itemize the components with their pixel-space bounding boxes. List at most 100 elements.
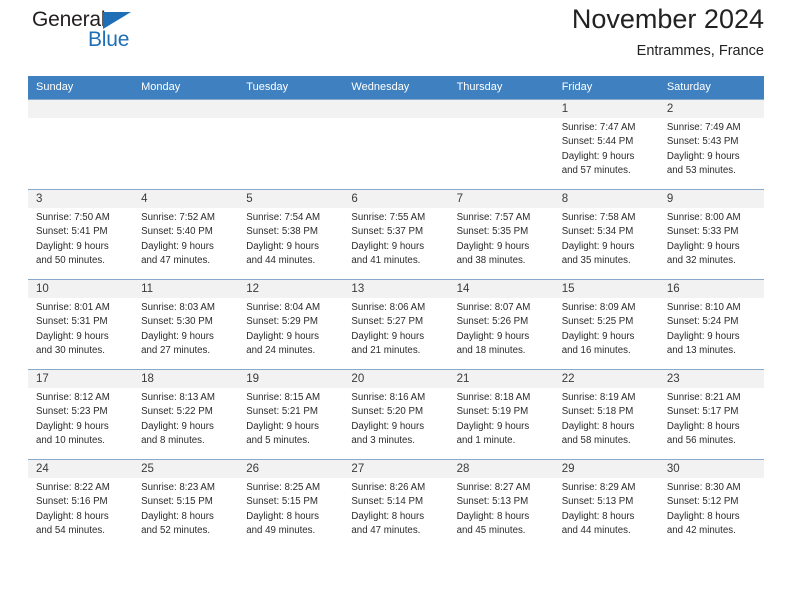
day-sunset-text: Sunset: 5:13 PM: [561, 496, 634, 508]
day-daylight2-text: and 52 minutes.: [141, 524, 211, 536]
day-sunrise-text: Sunrise: 7:49 AM: [666, 122, 741, 133]
day-details: Sunrise: 8:04 AM Sunset: 5:29 PM Daylight:…: [238, 298, 343, 358]
day-daylight2-text: and 27 minutes.: [141, 344, 211, 356]
calendar-day-cell[interactable]: 3 Sunrise: 7:50 AM Sunset: 5:41 PM Daylight…: [28, 189, 134, 280]
day-daylight2-text: and 53 minutes.: [666, 164, 736, 176]
calendar-cell-empty: [133, 99, 239, 190]
calendar-day-cell[interactable]: 5 Sunrise: 7:54 AM Sunset: 5:38 PM Daylight…: [238, 189, 344, 280]
day-details: Sunrise: 7:58 AM Sunset: 5:34 PM Daylight:…: [554, 208, 659, 268]
weekday-header-monday: Monday: [133, 76, 239, 100]
day-daylight2-text: and 18 minutes.: [456, 344, 526, 356]
day-number: 13: [343, 280, 449, 298]
calendar-day-cell[interactable]: 23 Sunrise: 8:21 AM Sunset: 5:17 PM Dayligh…: [658, 369, 764, 460]
day-sunrise-text: Sunrise: 8:12 AM: [36, 392, 110, 403]
day-daylight1-text: Daylight: 9 hours: [246, 330, 319, 342]
calendar-day-cell[interactable]: 19 Sunrise: 8:15 AM Sunset: 5:21 PM Dayligh…: [238, 369, 344, 460]
day-daylight2-text: and 13 minutes.: [666, 344, 736, 356]
day-sunset-text: Sunset: 5:27 PM: [351, 316, 424, 328]
calendar-day-cell[interactable]: 10 Sunrise: 8:01 AM Sunset: 5:31 PM Dayligh…: [28, 279, 134, 370]
logo-text-blue: Blue: [88, 28, 130, 51]
day-sunrise-text: Sunrise: 7:50 AM: [36, 212, 110, 223]
calendar-day-cell[interactable]: 20 Sunrise: 8:16 AM Sunset: 5:20 PM Dayligh…: [343, 369, 449, 460]
day-sunset-text: Sunset: 5:29 PM: [246, 316, 318, 328]
day-details: Sunrise: 8:12 AM Sunset: 5:23 PM Daylight:…: [28, 388, 133, 448]
generalblue-logo: General Blue: [28, 8, 178, 60]
calendar-day-cell[interactable]: 12 Sunrise: 8:04 AM Sunset: 5:29 PM Dayligh…: [238, 279, 344, 370]
day-sunset-text: Sunset: 5:37 PM: [351, 226, 424, 238]
day-sunrise-text: Sunrise: 8:23 AM: [141, 482, 215, 493]
day-daylight1-text: Daylight: 8 hours: [666, 420, 740, 432]
calendar-day-cell[interactable]: 17 Sunrise: 8:12 AM Sunset: 5:23 PM Dayligh…: [28, 369, 134, 460]
calendar-cell-empty: [448, 99, 554, 190]
calendar-day-cell[interactable]: 7 Sunrise: 7:57 AM Sunset: 5:35 PM Daylight…: [448, 189, 554, 280]
day-number: 3: [28, 190, 134, 208]
day-sunset-text: Sunset: 5:24 PM: [666, 316, 739, 328]
day-sunset-text: Sunset: 5:41 PM: [36, 226, 108, 238]
day-details: Sunrise: 8:16 AM Sunset: 5:20 PM Daylight:…: [343, 388, 448, 448]
calendar-day-cell[interactable]: 26 Sunrise: 8:25 AM Sunset: 5:15 PM Dayligh…: [238, 459, 344, 550]
day-daylight2-text: and 44 minutes.: [246, 254, 316, 266]
day-details: Sunrise: 8:23 AM Sunset: 5:15 PM Daylight:…: [133, 478, 238, 538]
calendar-day-cell[interactable]: 18 Sunrise: 8:13 AM Sunset: 5:22 PM Dayligh…: [133, 369, 239, 460]
day-sunrise-text: Sunrise: 8:15 AM: [246, 392, 321, 403]
day-sunset-text: Sunset: 5:38 PM: [246, 226, 318, 238]
day-details: Sunrise: 8:13 AM Sunset: 5:22 PM Daylight:…: [133, 388, 238, 448]
calendar-day-cell[interactable]: 27 Sunrise: 8:26 AM Sunset: 5:14 PM Dayligh…: [343, 459, 449, 550]
calendar-day-cell[interactable]: 4 Sunrise: 7:52 AM Sunset: 5:40 PM Daylight…: [133, 189, 239, 280]
day-daylight2-text: and 35 minutes.: [561, 254, 631, 266]
day-sunrise-text: Sunrise: 8:19 AM: [561, 392, 636, 403]
day-number: 19: [238, 370, 344, 388]
day-number: 26: [238, 460, 344, 478]
logo-triangle-icon: [103, 12, 131, 29]
calendar-day-cell[interactable]: 16 Sunrise: 8:10 AM Sunset: 5:24 PM Dayligh…: [658, 279, 764, 370]
calendar-day-cell[interactable]: 11 Sunrise: 8:03 AM Sunset: 5:30 PM Dayligh…: [133, 279, 239, 370]
calendar-day-cell[interactable]: 2 Sunrise: 7:49 AM Sunset: 5:43 PM Daylight…: [658, 99, 764, 190]
calendar-day-cell[interactable]: 8 Sunrise: 7:58 AM Sunset: 5:34 PM Daylight…: [553, 189, 659, 280]
calendar-day-cell[interactable]: 28 Sunrise: 8:27 AM Sunset: 5:13 PM Dayligh…: [448, 459, 554, 550]
day-daylight1-text: Daylight: 8 hours: [351, 510, 425, 522]
day-sunrise-text: Sunrise: 8:30 AM: [666, 482, 741, 493]
day-details: Sunrise: 8:30 AM Sunset: 5:12 PM Daylight:…: [659, 478, 764, 538]
day-details: Sunrise: 8:10 AM Sunset: 5:24 PM Daylight:…: [659, 298, 764, 358]
calendar-day-cell[interactable]: 24 Sunrise: 8:22 AM Sunset: 5:16 PM Dayligh…: [28, 459, 134, 550]
weekday-header-sunday: Sunday: [28, 76, 134, 100]
day-sunrise-text: Sunrise: 8:22 AM: [36, 482, 110, 493]
day-details: Sunrise: 8:19 AM Sunset: 5:18 PM Daylight:…: [554, 388, 659, 448]
day-sunset-text: Sunset: 5:12 PM: [666, 496, 739, 508]
day-sunset-text: Sunset: 5:22 PM: [141, 406, 213, 418]
calendar-day-cell[interactable]: 13 Sunrise: 8:06 AM Sunset: 5:27 PM Dayligh…: [343, 279, 449, 370]
day-details: Sunrise: 8:15 AM Sunset: 5:21 PM Daylight:…: [238, 388, 343, 448]
day-number: 18: [133, 370, 239, 388]
calendar-day-cell[interactable]: 15 Sunrise: 8:09 AM Sunset: 5:25 PM Dayligh…: [553, 279, 659, 370]
day-daylight1-text: Daylight: 9 hours: [666, 240, 740, 252]
day-sunrise-text: Sunrise: 7:58 AM: [561, 212, 636, 223]
calendar-day-cell[interactable]: 14 Sunrise: 8:07 AM Sunset: 5:26 PM Dayligh…: [448, 279, 554, 370]
calendar-day-cell[interactable]: 25 Sunrise: 8:23 AM Sunset: 5:15 PM Dayligh…: [133, 459, 239, 550]
calendar-day-cell[interactable]: 6 Sunrise: 7:55 AM Sunset: 5:37 PM Daylight…: [343, 189, 449, 280]
day-daylight2-text: and 45 minutes.: [456, 524, 526, 536]
day-daylight1-text: Daylight: 8 hours: [141, 510, 214, 522]
calendar-day-cell[interactable]: 29 Sunrise: 8:29 AM Sunset: 5:13 PM Dayligh…: [553, 459, 659, 550]
day-sunrise-text: Sunrise: 8:04 AM: [246, 302, 321, 313]
day-daylight2-text: and 1 minute.: [456, 434, 516, 446]
calendar-day-cell[interactable]: 21 Sunrise: 8:18 AM Sunset: 5:19 PM Dayligh…: [448, 369, 554, 460]
day-details: Sunrise: 7:55 AM Sunset: 5:37 PM Daylight:…: [343, 208, 448, 268]
day-details: Sunrise: 8:22 AM Sunset: 5:16 PM Daylight:…: [28, 478, 133, 538]
day-number: 8: [553, 190, 659, 208]
day-sunrise-text: Sunrise: 8:26 AM: [351, 482, 426, 493]
day-daylight2-text: and 57 minutes.: [561, 164, 631, 176]
day-sunset-text: Sunset: 5:18 PM: [561, 406, 634, 418]
calendar-week-row: 17 Sunrise: 8:12 AM Sunset: 5:23 PM Dayligh…: [28, 369, 764, 460]
day-number: 10: [28, 280, 134, 298]
calendar-day-cell[interactable]: 1 Sunrise: 7:47 AM Sunset: 5:44 PM Daylight…: [553, 99, 659, 190]
day-number: 7: [448, 190, 554, 208]
day-daylight2-text: and 50 minutes.: [36, 254, 105, 266]
day-daylight2-text: and 42 minutes.: [666, 524, 736, 536]
calendar-day-cell[interactable]: 9 Sunrise: 8:00 AM Sunset: 5:33 PM Daylight…: [658, 189, 764, 280]
day-sunset-text: Sunset: 5:25 PM: [561, 316, 634, 328]
calendar-day-cell[interactable]: 22 Sunrise: 8:19 AM Sunset: 5:18 PM Dayligh…: [553, 369, 659, 460]
day-daylight1-text: Daylight: 8 hours: [36, 510, 109, 522]
day-details: Sunrise: 7:57 AM Sunset: 5:35 PM Daylight:…: [449, 208, 554, 268]
day-details: Sunrise: 8:06 AM Sunset: 5:27 PM Daylight:…: [343, 298, 448, 358]
calendar-day-cell[interactable]: 30 Sunrise: 8:30 AM Sunset: 5:12 PM Dayligh…: [658, 459, 764, 550]
